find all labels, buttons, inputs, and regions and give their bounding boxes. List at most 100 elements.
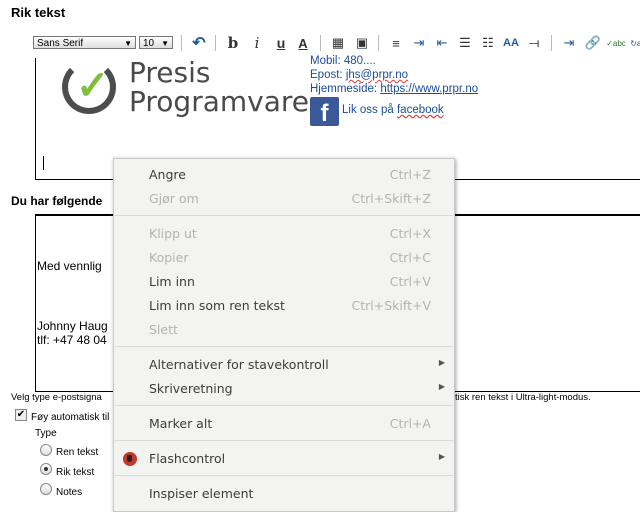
toolbar-divider — [551, 35, 552, 51]
menu-separator — [115, 346, 453, 347]
auto-add-label: Føy automatisk til — [31, 412, 110, 423]
bold-icon[interactable]: b — [224, 34, 242, 52]
web-line: Hjemmeside: https://www.prpr.no — [310, 82, 478, 96]
menu-item-label: Lim inn som ren tekst — [149, 298, 285, 313]
signature-type-note: Velg type e-postsigna — [11, 392, 102, 403]
menu-item-undo[interactable]: Angre Ctrl+Z — [114, 164, 454, 186]
menu-item-shortcut: Ctrl+A — [389, 416, 431, 431]
indent-decrease-icon[interactable]: ⇤ — [433, 34, 451, 52]
phone-text: tlf: +47 48 04 — [37, 333, 107, 347]
facebook-icon[interactable]: f — [310, 97, 339, 127]
menu-item-writing-direction[interactable]: Skriveretning ▶ — [114, 378, 454, 400]
web-label: Hjemmeside: — [310, 83, 381, 95]
name-text: Johnny Haug — [37, 319, 108, 333]
web-link[interactable]: https://www.prpr.no — [380, 83, 478, 95]
toolbar-divider — [215, 35, 216, 51]
font-family-value: Sans Serif — [37, 38, 84, 49]
email-link[interactable]: jhs@prpr.no — [346, 69, 408, 81]
horizontal-rule-icon[interactable]: ⟞ — [525, 34, 543, 52]
menu-separator — [115, 475, 453, 476]
menu-item-paste[interactable]: Lim inn Ctrl+V — [114, 271, 454, 293]
insert-icon[interactable]: ⇥ — [560, 34, 578, 52]
section-heading: Du har følgende — [11, 194, 103, 208]
indent-increase-icon[interactable]: ⇥ — [410, 34, 428, 52]
logo-line-1: Presis — [129, 56, 211, 89]
image-icon[interactable]: ▣ — [353, 34, 371, 52]
menu-item-paste-plain[interactable]: Lim inn som ren tekst Ctrl+Skift+V — [114, 295, 454, 317]
link-icon[interactable]: 🔗 — [584, 34, 602, 52]
font-size-select[interactable]: 10 ▼ — [139, 36, 173, 49]
mobile-line: Mobil: 480.... — [310, 55, 376, 67]
radio-plain-text-label: Ren tekst — [56, 447, 99, 458]
radio-notes-label: Notes — [56, 487, 83, 498]
bullet-list-icon[interactable]: ☰ — [456, 34, 474, 52]
radio-rich-text[interactable] — [40, 463, 52, 475]
menu-separator — [115, 440, 453, 441]
radio-notes[interactable] — [40, 483, 52, 495]
undo-icon[interactable]: ↶ — [190, 34, 208, 52]
menu-item-shortcut: Ctrl+Z — [389, 167, 431, 182]
menu-separator — [115, 215, 453, 216]
align-left-icon[interactable]: ≡ — [387, 34, 405, 52]
toolbar-divider — [320, 35, 321, 51]
menu-item-shortcut: Ctrl+C — [389, 250, 431, 265]
section-title: Rik tekst — [11, 5, 66, 20]
context-menu: Angre Ctrl+Z Gjør om Ctrl+Skift+Z Klipp ut… — [113, 158, 455, 512]
menu-item-inspect[interactable]: Inspiser element — [114, 483, 454, 505]
facebook-label: Lik oss på — [342, 104, 397, 116]
menu-item-delete: Slett — [114, 319, 454, 341]
spellcheck-icon[interactable]: ✓abc — [606, 34, 626, 52]
facebook-link[interactable]: facebook — [397, 104, 444, 116]
menu-item-label: Alternativer for stavekontroll — [149, 357, 329, 372]
font-size-toggle-icon[interactable]: AA — [502, 34, 520, 52]
facebook-text: Lik oss på facebook — [342, 104, 444, 116]
menu-item-copy: Kopier Ctrl+C — [114, 247, 454, 269]
submenu-arrow-icon: ▶ — [438, 452, 445, 461]
menu-item-label: Skriveretning — [149, 381, 233, 396]
formatting-toolbar: Sans Serif ▼ 10 ▼ ↶ b i u A ▦ ▣ ≡ ⇥ ⇤ ☰ ☷ … — [33, 34, 640, 52]
menu-item-label: Slett — [149, 322, 178, 337]
contact-info: Mobil: 480.... Epost: jhs@prpr.no Hjemme… — [310, 55, 478, 96]
menu-item-cut: Klipp ut Ctrl+X — [114, 223, 454, 245]
menu-item-label: Klipp ut — [149, 226, 197, 241]
font-family-select[interactable]: Sans Serif ▼ — [33, 36, 136, 49]
submenu-arrow-icon: ▶ — [438, 382, 445, 391]
chevron-down-icon: ▼ — [124, 39, 132, 48]
toolbar-divider — [181, 35, 182, 51]
menu-item-label: Gjør om — [149, 191, 199, 206]
signature-type-note-end: tisk ren tekst i Ultra-light-modus. — [455, 392, 591, 403]
menu-item-flashcontrol[interactable]: Flashcontrol ▶ — [114, 448, 454, 470]
flashcontrol-icon — [123, 452, 137, 466]
italic-icon[interactable]: i — [248, 34, 266, 52]
menu-item-select-all[interactable]: Marker alt Ctrl+A — [114, 413, 454, 435]
menu-item-label: Kopier — [149, 250, 189, 265]
email-line: Epost: jhs@prpr.no — [310, 68, 478, 82]
submenu-arrow-icon: ▶ — [438, 358, 445, 367]
numbered-list-icon[interactable]: ☷ — [479, 34, 497, 52]
menu-item-shortcut: Ctrl+X — [389, 226, 431, 241]
company-logo-text: Presis Programvare — [129, 58, 309, 116]
greeting-text: Med vennlig — [37, 259, 102, 273]
menu-item-label: Angre — [149, 167, 186, 182]
menu-item-redo: Gjør om Ctrl+Skift+Z — [114, 188, 454, 210]
type-label: Type — [35, 428, 57, 439]
email-label: Epost: — [310, 69, 346, 81]
table-icon[interactable]: ▦ — [329, 34, 347, 52]
spellcheck-options-icon[interactable]: ↻abc — [630, 34, 640, 52]
logo-line-2: Programvare — [129, 85, 309, 118]
menu-item-spellcheck[interactable]: Alternativer for stavekontroll ▶ — [114, 354, 454, 376]
menu-item-label: Inspiser element — [149, 486, 254, 501]
underline-icon[interactable]: u — [272, 34, 290, 52]
menu-item-label: Lim inn — [149, 274, 195, 289]
menu-separator — [115, 405, 453, 406]
toolbar-divider — [378, 35, 379, 51]
font-color-icon[interactable]: A — [294, 34, 312, 52]
menu-item-label: Flashcontrol — [149, 451, 226, 466]
radio-plain-text[interactable] — [40, 444, 52, 456]
font-size-value: 10 — [143, 38, 155, 49]
text-cursor — [43, 156, 44, 170]
menu-item-shortcut: Ctrl+Skift+Z — [351, 191, 431, 206]
radio-rich-text-label: Rik tekst — [56, 467, 95, 478]
auto-add-checkbox[interactable]: ✔ — [15, 409, 27, 421]
menu-item-shortcut: Ctrl+V — [389, 274, 431, 289]
